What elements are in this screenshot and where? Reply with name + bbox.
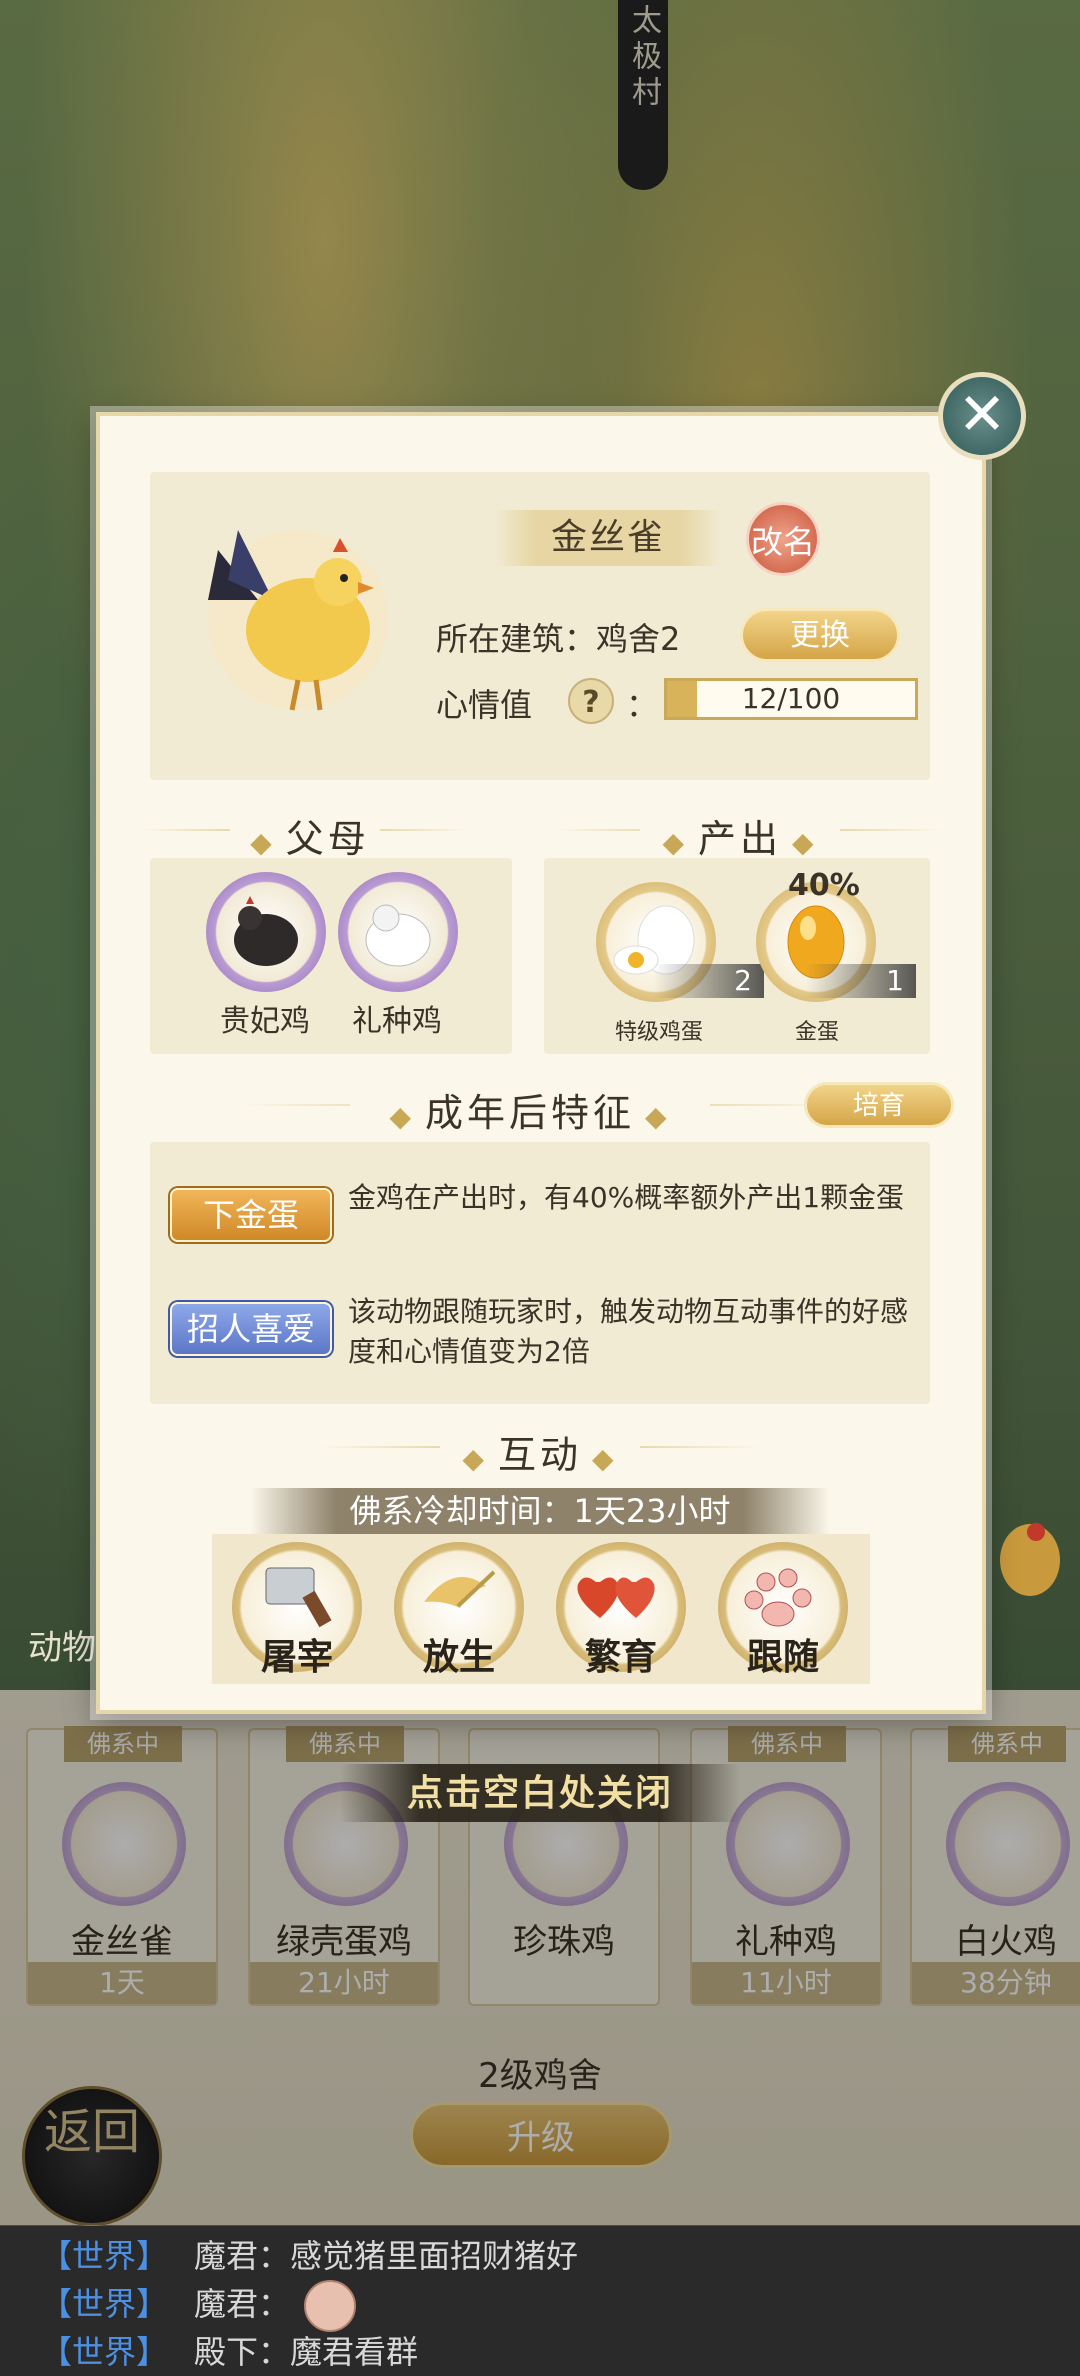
chat-channel: 【世界】 — [40, 2333, 169, 2371]
feed-side-button[interactable] — [980, 1510, 1066, 1630]
output-qty: 2 — [654, 964, 764, 998]
trait-tag-golden-egg: 下金蛋 — [170, 1188, 332, 1242]
world-chat[interactable]: 【世界】 魔君：感觉猪里面招财猪好 【世界】 魔君： 【世界】 殿下：魔君看群 — [0, 2226, 1080, 2376]
mood-label: 心情值 — [436, 686, 533, 724]
feed-bag-icon — [1000, 1523, 1060, 1596]
chat-text: 魔君： — [194, 2285, 291, 2323]
chat-message: 【世界】 魔君：感觉猪里面招财猪好 — [40, 2232, 1080, 2280]
chat-message: 【世界】 殿下：魔君看群 — [40, 2328, 1080, 2376]
trait-description: 金鸡在产出时，有40%概率额外产出1颗金蛋 — [348, 1181, 905, 1214]
black-chicken-icon — [234, 896, 298, 966]
rename-button[interactable]: 改名 — [746, 502, 820, 576]
animal-detail-modal: 金丝雀 改名 所在建筑：鸡舍2 更换 心情值 ? ： 12/100 ◆父母◆ ◆… — [96, 412, 986, 1714]
traits-panel: 下金蛋 金鸡在产出时，有40%概率额外产出1颗金蛋 招人喜爱 该动物跟随玩家时，… — [150, 1142, 930, 1404]
chat-text: 魔君：感觉猪里面招财猪好 — [194, 2237, 579, 2275]
action-label: 繁育 — [584, 1636, 657, 1678]
action-label: 屠宰 — [260, 1636, 333, 1678]
animals-side-label: 动物 — [28, 1628, 96, 1668]
animal-name-plate: 金丝雀 — [494, 510, 722, 566]
change-building-button[interactable]: 更换 — [740, 608, 900, 662]
golden-chicken-portrait — [208, 530, 388, 711]
chat-message: 【世界】 魔君： — [40, 2280, 1080, 2332]
traits-title: ◆ 成年后特征 ◆ — [350, 1082, 710, 1137]
output-chance: 40% — [788, 868, 860, 903]
emoji-face-icon — [304, 2280, 357, 2332]
parent-portrait[interactable] — [338, 872, 458, 992]
slaughter-button[interactable]: 屠宰 — [232, 1542, 362, 1678]
trait-description: 该动物跟随玩家时，触发动物互动事件的好感度和心情值变为2倍 — [348, 1295, 909, 1368]
close-button[interactable]: ✕ — [938, 372, 1026, 460]
chat-text: 殿下：魔君看群 — [194, 2333, 419, 2371]
white-chicken-icon — [365, 904, 431, 967]
help-icon[interactable]: ? — [568, 678, 614, 724]
parent-name: 贵妃鸡 — [220, 1004, 310, 1039]
mood-value: 12/100 — [741, 682, 841, 715]
chat-channel: 【世界】 — [40, 2237, 169, 2275]
mood-progress-bar: 12/100 — [664, 678, 918, 720]
output-name: 特级鸡蛋 — [614, 1020, 703, 1045]
cooldown-label: 佛系冷却时间：1天23小时 — [250, 1488, 830, 1534]
interact-title: ◆ 互动 ◆ — [440, 1424, 640, 1479]
parents-panel: 贵妃鸡 礼种鸡 — [150, 858, 512, 1054]
animal-info-panel: 金丝雀 改名 所在建筑：鸡舍2 更换 心情值 ? ： 12/100 — [150, 472, 930, 780]
output-qty: 1 — [806, 964, 916, 998]
release-button[interactable]: 放生 — [394, 1542, 524, 1678]
output-name: 金蛋 — [794, 1020, 839, 1045]
mood-colon: ： — [626, 686, 659, 724]
chat-channel: 【世界】 — [40, 2285, 169, 2323]
breed-action-button[interactable]: 繁育 — [556, 1542, 686, 1678]
building-label: 所在建筑：鸡舍2 — [436, 620, 681, 658]
interaction-actions: 屠宰 放生 繁育 跟随 — [212, 1534, 870, 1684]
follow-button[interactable]: 跟随 — [718, 1542, 848, 1678]
output-title: ◆ 产出 ◆ — [640, 808, 840, 863]
action-label: 跟随 — [746, 1636, 819, 1678]
close-hint: 点击空白处关闭 — [340, 1764, 740, 1822]
trait-tag-lovable: 招人喜爱 — [170, 1302, 332, 1356]
action-label: 放生 — [422, 1636, 495, 1678]
breed-button[interactable]: 培育 — [804, 1082, 954, 1128]
output-panel: 2 40% 1 特级鸡蛋 金蛋 — [544, 858, 930, 1054]
parent-name: 礼种鸡 — [352, 1004, 442, 1039]
parent-portrait[interactable] — [206, 872, 326, 992]
